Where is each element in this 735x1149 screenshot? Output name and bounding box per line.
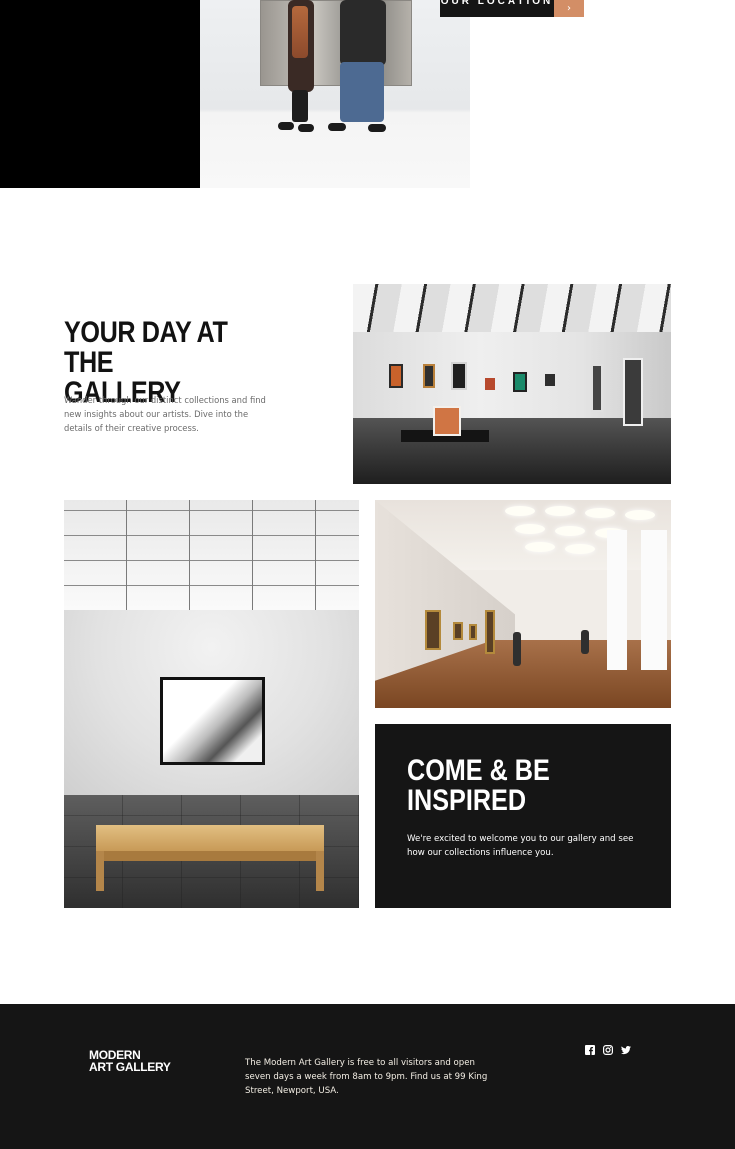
facebook-icon[interactable] <box>585 1045 595 1055</box>
hero-black-panel <box>0 0 200 188</box>
visitor-figure <box>340 0 386 122</box>
inspired-card: Come & be inspired We're excited to welc… <box>375 724 671 908</box>
sculpture <box>433 406 461 436</box>
twitter-icon[interactable] <box>621 1045 631 1055</box>
hero-gallery-photo <box>200 0 470 188</box>
inspired-paragraph: We're excited to welcome you to our gall… <box>407 834 634 858</box>
visitor-figure <box>288 0 314 122</box>
gallery-hall-image <box>375 500 671 708</box>
footer-info: The Modern Art Gallery is free to all vi… <box>245 1058 488 1096</box>
visitor-figure <box>513 632 521 666</box>
inspired-heading: Come & be inspired <box>407 756 583 816</box>
our-location-label: OUR LOCATION <box>440 0 554 17</box>
visitor-figure <box>581 630 589 654</box>
framed-artwork <box>160 677 265 765</box>
site-footer: Modern Art Gallery The Modern Art Galler… <box>0 1004 735 1149</box>
inspired-heading-line1: Come & be <box>407 754 550 787</box>
social-links <box>585 1045 631 1055</box>
intro-paragraph: Wander through our distinct collections … <box>64 395 266 433</box>
inspired-heading-line2: inspired <box>407 784 527 817</box>
gallery-room-image <box>353 284 671 484</box>
hero-artwork <box>260 0 412 86</box>
our-location-button[interactable]: OUR LOCATION › <box>440 0 584 17</box>
gallery-bench-image <box>64 500 359 908</box>
footer-logo-line2: Art Gallery <box>89 1060 171 1074</box>
intro-heading-line1: Your day at the <box>64 316 228 379</box>
footer-logo[interactable]: Modern Art Gallery <box>89 1049 171 1073</box>
arrow-right-icon: › <box>554 0 584 17</box>
bench <box>96 825 324 851</box>
instagram-icon[interactable] <box>603 1045 613 1055</box>
